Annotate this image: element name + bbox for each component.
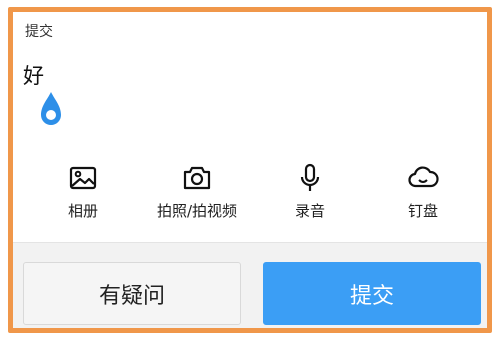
album-button[interactable]: 相册 <box>23 162 143 224</box>
record-label: 录音 <box>294 202 325 220</box>
page-title: 提交 <box>25 24 53 40</box>
cloud-icon <box>408 166 439 188</box>
message-text[interactable]: 好 <box>23 60 44 90</box>
divider <box>13 242 487 243</box>
submit-button[interactable]: 提交 <box>263 262 481 325</box>
question-button[interactable]: 有疑问 <box>23 262 241 325</box>
microphone-icon <box>300 163 320 191</box>
image-icon <box>69 166 97 190</box>
camera-button[interactable]: 拍照/拍视频 <box>137 162 257 224</box>
record-button[interactable]: 录音 <box>250 162 370 224</box>
text-cursor-handle-icon[interactable] <box>39 91 63 129</box>
attachment-toolbar: 相册 拍照/拍视频 录音 钉盘 <box>13 162 487 224</box>
camera-label: 拍照/拍视频 <box>156 202 238 220</box>
dingpan-label: 钉盘 <box>407 202 438 220</box>
screenshot-frame: 提交 好 相册 拍照/拍视频 录音 钉盘 有疑问 提交 <box>8 7 492 333</box>
dingpan-button[interactable]: 钉盘 <box>363 162 483 224</box>
album-label: 相册 <box>67 202 98 220</box>
camera-icon <box>183 166 211 190</box>
